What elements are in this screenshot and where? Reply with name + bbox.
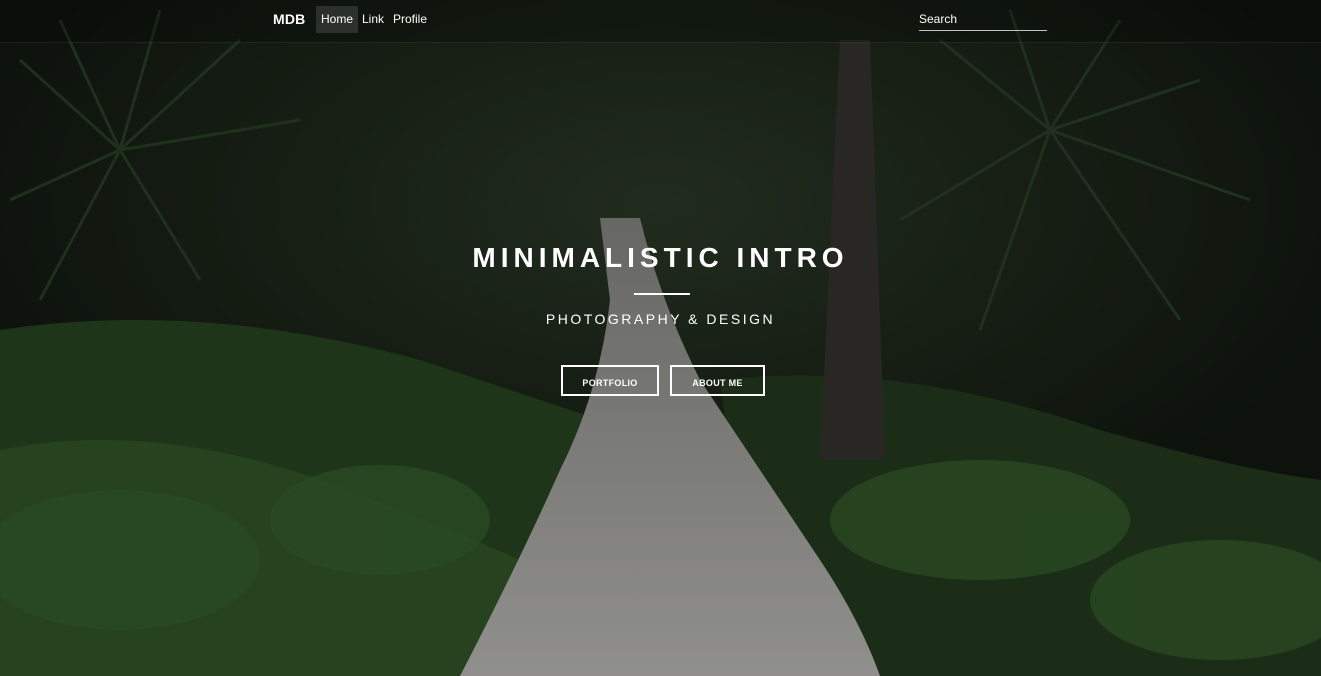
hero-subtitle: PHOTOGRAPHY & DESIGN	[545, 311, 776, 327]
portfolio-button[interactable]: PORTFOLIO	[561, 365, 659, 396]
about-me-button[interactable]: ABOUT ME	[670, 365, 765, 396]
title-divider	[634, 293, 690, 295]
hero-section: MINIMALISTIC INTRO PHOTOGRAPHY & DESIGN …	[0, 0, 1321, 676]
hero-title: MINIMALISTIC INTRO	[472, 242, 849, 273]
